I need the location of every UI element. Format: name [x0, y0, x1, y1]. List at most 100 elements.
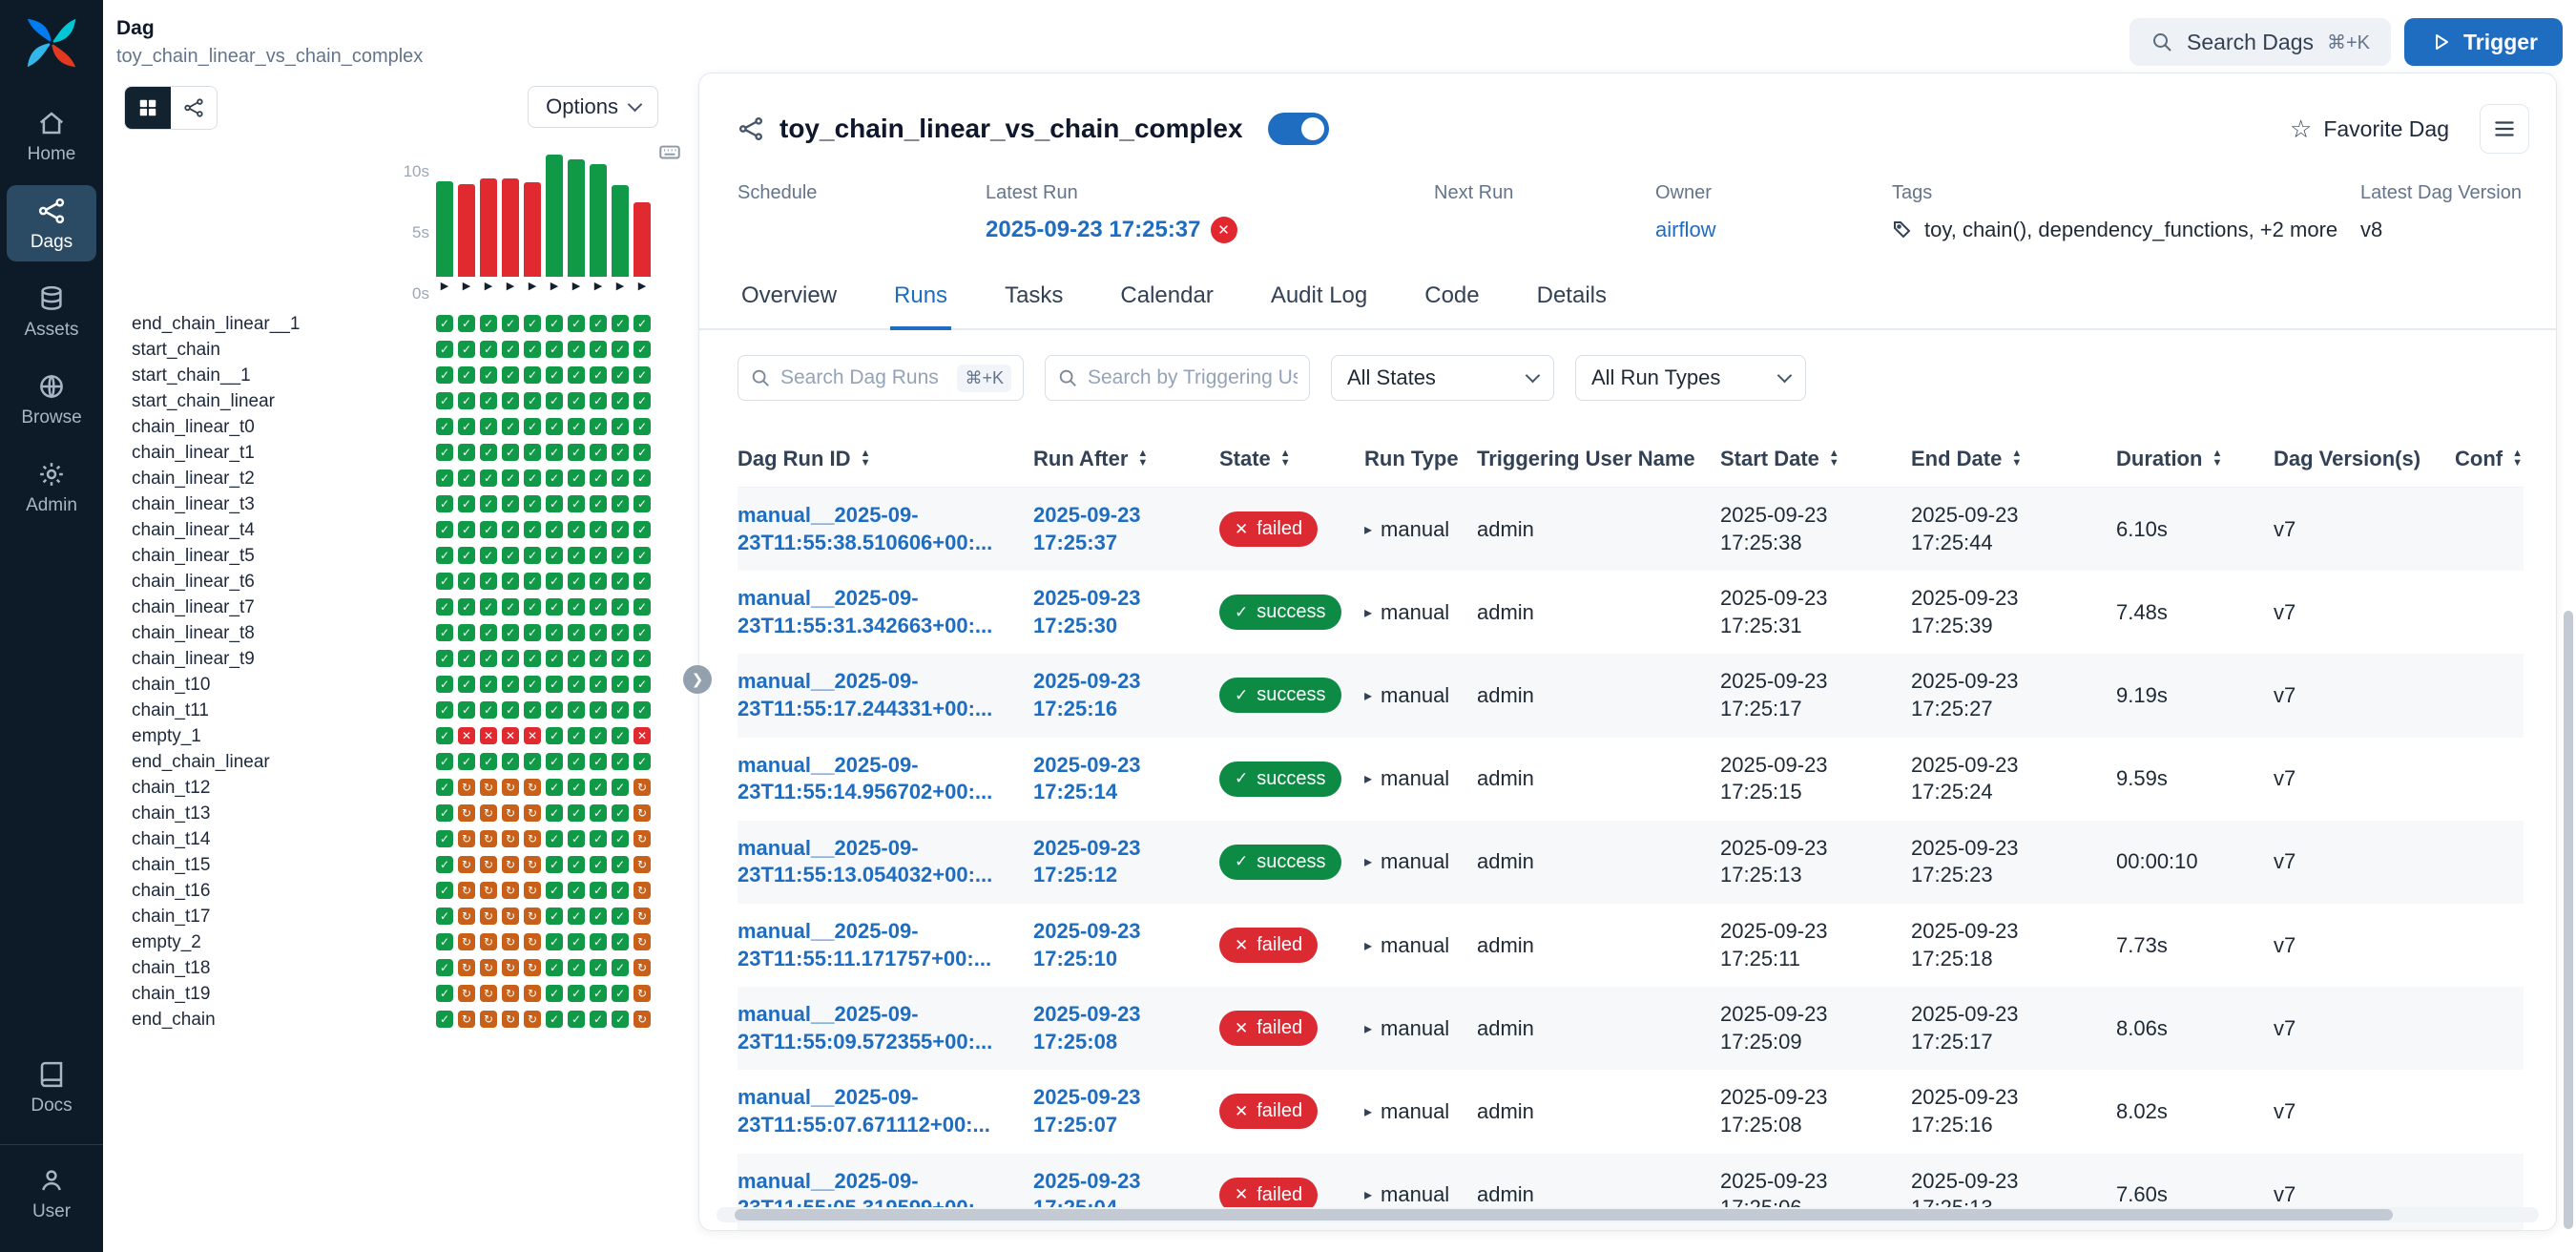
task-instance-success[interactable]: ✓	[612, 701, 629, 719]
task-instance-success[interactable]: ✓	[458, 341, 475, 358]
task-name[interactable]: chain_t14	[132, 829, 210, 850]
task-name[interactable]: chain_linear_t9	[132, 649, 255, 670]
task-instance-success[interactable]: ✓	[436, 573, 453, 590]
task-instance-success[interactable]: ✓	[568, 908, 585, 925]
dag-run-row[interactable]: manual__2025-09-23T11:55:31.342663+00:..…	[737, 571, 2524, 654]
task-instance-success[interactable]: ✓	[502, 547, 519, 564]
column-header-conf[interactable]: Conf▲▼	[2455, 431, 2524, 488]
task-instance-success[interactable]: ✓	[568, 315, 585, 332]
dag-run-row[interactable]: manual__2025-09-23T11:55:38.510606+00:..…	[737, 488, 2524, 572]
sort-icon[interactable]: ▲▼	[2212, 449, 2222, 469]
dag-run-id-link[interactable]: manual__2025-09-23T11:55:31.342663+00:..…	[737, 585, 1022, 639]
task-instance-success[interactable]: ✓	[502, 495, 519, 512]
task-instance-upstream_failed[interactable]: ↻	[634, 933, 651, 950]
task-instance-success[interactable]: ✓	[568, 547, 585, 564]
search-dags-button[interactable]: Search Dags ⌘+K	[2129, 18, 2391, 66]
task-name[interactable]: chain_t16	[132, 881, 210, 902]
panel-collapse-handle[interactable]: ❯	[683, 665, 712, 694]
column-header-dag-version-s-[interactable]: Dag Version(s)	[2274, 431, 2455, 488]
task-name[interactable]: chain_linear_t5	[132, 546, 255, 567]
task-instance-upstream_failed[interactable]: ↻	[480, 1011, 497, 1028]
sidebar-item-dags[interactable]: Dags	[7, 185, 96, 261]
task-instance-upstream_failed[interactable]: ↻	[480, 933, 497, 950]
run-duration-bar[interactable]	[436, 181, 453, 277]
task-instance-upstream_failed[interactable]: ↻	[524, 1011, 541, 1028]
task-instance-success[interactable]: ✓	[568, 470, 585, 487]
task-name[interactable]: end_chain_linear__1	[132, 314, 300, 335]
task-instance-upstream_failed[interactable]: ↻	[458, 779, 475, 796]
task-instance-success[interactable]: ✓	[480, 650, 497, 667]
run-duration-bar[interactable]	[480, 178, 497, 277]
run-after-link[interactable]: 2025-09-2317:25:37	[1033, 502, 1208, 556]
task-instance-success[interactable]: ✓	[502, 418, 519, 435]
task-instance-failed[interactable]: ✕	[634, 727, 651, 744]
task-instance-success[interactable]: ✓	[458, 650, 475, 667]
options-dropdown[interactable]: Options	[528, 86, 658, 128]
task-instance-success[interactable]: ✓	[546, 547, 563, 564]
task-instance-success[interactable]: ✓	[480, 547, 497, 564]
tab-audit-log[interactable]: Audit Log	[1267, 267, 1371, 330]
task-instance-success[interactable]: ✓	[634, 598, 651, 616]
sort-icon[interactable]: ▲▼	[1137, 449, 1148, 469]
task-name[interactable]: chain_linear_t8	[132, 623, 255, 644]
task-instance-success[interactable]: ✓	[436, 547, 453, 564]
task-name[interactable]: chain_t15	[132, 855, 210, 876]
task-instance-upstream_failed[interactable]: ↻	[458, 908, 475, 925]
task-instance-success[interactable]: ✓	[436, 418, 453, 435]
task-instance-success[interactable]: ✓	[502, 521, 519, 538]
task-instance-success[interactable]: ✓	[568, 418, 585, 435]
task-instance-upstream_failed[interactable]: ↻	[524, 882, 541, 899]
sidebar-item-admin[interactable]: Admin	[7, 449, 96, 525]
task-instance-success[interactable]: ✓	[590, 598, 607, 616]
task-instance-success[interactable]: ✓	[480, 366, 497, 384]
sidebar-item-docs[interactable]: Docs	[7, 1049, 96, 1125]
task-instance-success[interactable]: ✓	[546, 701, 563, 719]
task-instance-success[interactable]: ✓	[590, 521, 607, 538]
task-instance-success[interactable]: ✓	[634, 341, 651, 358]
task-instance-success[interactable]: ✓	[480, 315, 497, 332]
task-instance-success[interactable]: ✓	[634, 547, 651, 564]
task-instance-upstream_failed[interactable]: ↻	[458, 985, 475, 1002]
task-instance-success[interactable]: ✓	[524, 418, 541, 435]
task-instance-success[interactable]: ✓	[568, 573, 585, 590]
task-instance-success[interactable]: ✓	[546, 341, 563, 358]
task-instance-success[interactable]: ✓	[502, 753, 519, 770]
run-after-link[interactable]: 2025-09-2317:25:30	[1033, 585, 1208, 639]
task-instance-success[interactable]: ✓	[612, 315, 629, 332]
task-instance-success[interactable]: ✓	[524, 315, 541, 332]
task-instance-success[interactable]: ✓	[590, 573, 607, 590]
task-instance-success[interactable]: ✓	[546, 804, 563, 822]
task-instance-success[interactable]: ✓	[568, 444, 585, 461]
task-instance-success[interactable]: ✓	[590, 985, 607, 1002]
dag-run-id-link[interactable]: manual__2025-09-23T11:55:14.956702+00:..…	[737, 752, 1022, 806]
task-instance-success[interactable]: ✓	[568, 753, 585, 770]
task-instance-success[interactable]: ✓	[524, 547, 541, 564]
task-instance-success[interactable]: ✓	[480, 470, 497, 487]
column-header-state[interactable]: State▲▼	[1219, 431, 1364, 488]
task-instance-upstream_failed[interactable]: ↻	[458, 1011, 475, 1028]
task-instance-success[interactable]: ✓	[612, 1011, 629, 1028]
task-instance-success[interactable]: ✓	[480, 701, 497, 719]
task-instance-success[interactable]: ✓	[436, 933, 453, 950]
task-instance-upstream_failed[interactable]: ↻	[502, 933, 519, 950]
task-instance-success[interactable]: ✓	[568, 598, 585, 616]
dag-run-id-link[interactable]: manual__2025-09-23T11:55:07.671112+00:..…	[737, 1084, 1022, 1138]
column-header-triggering-user-name[interactable]: Triggering User Name	[1477, 431, 1720, 488]
task-instance-success[interactable]: ✓	[436, 366, 453, 384]
task-instance-upstream_failed[interactable]: ↻	[458, 856, 475, 873]
task-instance-upstream_failed[interactable]: ↻	[458, 933, 475, 950]
task-instance-success[interactable]: ✓	[634, 470, 651, 487]
task-instance-upstream_failed[interactable]: ↻	[524, 779, 541, 796]
column-header-run-type[interactable]: Run Type	[1364, 431, 1477, 488]
task-instance-success[interactable]: ✓	[568, 495, 585, 512]
task-instance-success[interactable]: ✓	[590, 882, 607, 899]
task-name[interactable]: chain_linear_t3	[132, 494, 255, 515]
task-instance-success[interactable]: ✓	[612, 727, 629, 744]
task-instance-upstream_failed[interactable]: ↻	[524, 933, 541, 950]
task-instance-upstream_failed[interactable]: ↻	[502, 779, 519, 796]
task-instance-success[interactable]: ✓	[568, 727, 585, 744]
task-instance-success[interactable]: ✓	[436, 959, 453, 976]
task-instance-success[interactable]: ✓	[590, 933, 607, 950]
task-instance-success[interactable]: ✓	[590, 1011, 607, 1028]
task-instance-success[interactable]: ✓	[568, 624, 585, 641]
